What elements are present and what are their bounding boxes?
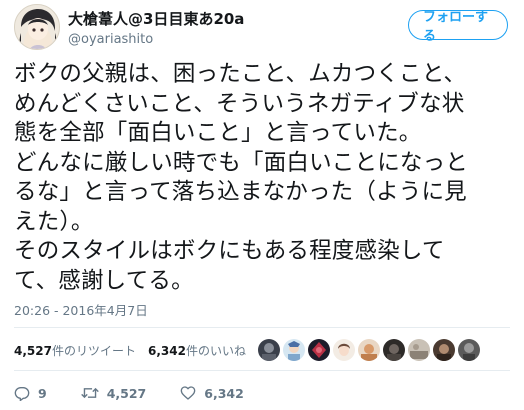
liker-avatar[interactable]	[383, 339, 405, 361]
tweet-card: 大槍葦人@3日目東あ20a @oyariashito フォローする ボクの父親は…	[0, 0, 524, 410]
heart-icon	[180, 386, 196, 400]
retweets-stat-label: 件のリツイート	[51, 343, 136, 358]
follow-button[interactable]: フォローする	[408, 10, 508, 44]
likes-stat[interactable]: 6,342件のいいね	[148, 342, 246, 359]
display-name[interactable]: 大槍葦人@3日目東あ20a	[68, 8, 244, 29]
retweet-count: 4,527	[106, 385, 147, 401]
tweet-text-line: て、感謝してる。	[14, 267, 194, 294]
screen-name[interactable]: @oyariashito	[68, 32, 153, 47]
like-button[interactable]: 6,342	[180, 385, 244, 401]
tweet-text-line: そのスタイルはボクにもある程度感染して	[14, 238, 445, 264]
liker-avatar[interactable]	[358, 339, 380, 361]
like-count: 6,342	[204, 385, 244, 401]
retweet-icon	[80, 387, 99, 399]
tweet-text-line: るな」と言って落ち込まなかった（ように見	[14, 179, 467, 205]
reply-count: 9	[38, 385, 47, 401]
likers-avatars	[258, 339, 483, 361]
liker-avatar[interactable]	[408, 339, 430, 361]
retweets-stat[interactable]: 4,527件のリツイート	[14, 342, 136, 359]
tweet-text-line: めんどくさいこと、そういうネガティブな状	[14, 90, 465, 117]
retweets-stat-count: 4,527	[14, 343, 52, 358]
liker-avatar[interactable]	[258, 339, 280, 361]
avatar-illustration	[15, 5, 59, 49]
tweet-text: ボクの父親は、困ったこと、ムカつくこと、 めんどくさいこと、そういうネガティブな…	[14, 60, 514, 296]
likes-stat-count: 6,342	[147, 343, 186, 358]
tweet-text-line: ボクの父親は、困ったこと、ムカつくこと、	[14, 61, 467, 87]
liker-avatar[interactable]	[333, 339, 355, 361]
avatar[interactable]	[14, 4, 60, 50]
tweet-actions: 9 4,527 6,342	[14, 382, 278, 404]
liker-avatar[interactable]	[283, 339, 305, 361]
liker-avatar[interactable]	[308, 339, 330, 361]
likes-stat-label: 件のいいね	[185, 343, 246, 358]
reply-icon	[14, 387, 30, 401]
reply-button[interactable]: 9	[14, 385, 47, 401]
tweet-text-line: 態を全部「面白いこと」と言っていた。	[14, 120, 422, 146]
divider	[14, 327, 510, 328]
timestamp[interactable]: 20:26 - 2016年4月7日	[14, 300, 148, 319]
tweet-text-line: どんなに厳しい時でも「面白いことになっと	[14, 149, 469, 176]
divider	[14, 370, 510, 371]
retweet-button[interactable]: 4,527	[80, 385, 147, 401]
tweet-stats: 4,527件のリツイート 6,342件のいいね	[14, 339, 246, 361]
liker-avatar[interactable]	[433, 339, 455, 361]
tweet-text-line: えた）。	[14, 208, 94, 235]
liker-avatar[interactable]	[458, 339, 480, 361]
